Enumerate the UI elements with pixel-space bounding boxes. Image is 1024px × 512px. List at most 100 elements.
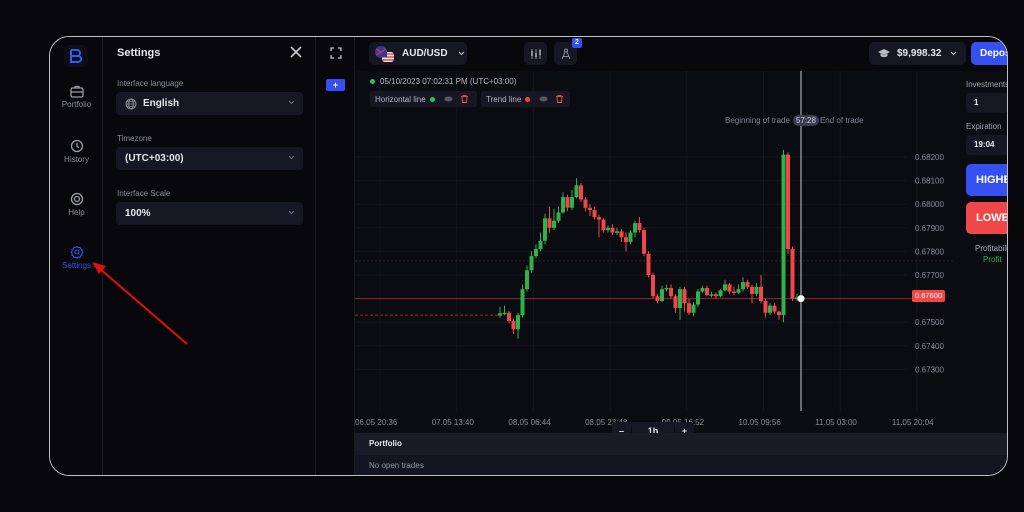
sidebar-item-portfolio[interactable]: Portfolio (50, 85, 103, 109)
timezone-value: (UTC+03:00) (125, 153, 184, 164)
y-tick-label: 0.67700 (915, 271, 944, 280)
sidebar-nav: Portfolio History Help Settings (50, 37, 103, 475)
lower-button[interactable]: LOWER (966, 202, 1007, 234)
candle-body (700, 287, 705, 292)
candle-body (565, 197, 570, 208)
drawing-label: Trend line (486, 94, 522, 104)
y-tick-label: 0.67300 (915, 365, 944, 374)
portfolio-title[interactable]: Portfolio (355, 433, 1007, 455)
timezone-label: Timezone (117, 134, 152, 143)
trash-icon[interactable] (556, 95, 564, 103)
balance-value: $9,998.32 (897, 48, 942, 59)
language-select[interactable]: English (116, 92, 303, 115)
color-dot (429, 96, 435, 102)
sidebar-item-history[interactable]: History (50, 139, 103, 164)
x-tick-label: 08.05 06:44 (508, 418, 551, 427)
sidebar-item-label: Portfolio (61, 100, 92, 109)
scale-select[interactable]: 100% (116, 202, 303, 225)
trade-end-text: End of trade (819, 116, 864, 125)
candle-body (673, 296, 678, 309)
candle-body (606, 227, 610, 231)
drawing-chip-trend-line[interactable]: Trend line (481, 91, 570, 107)
sidebar-item-label: Help (68, 208, 85, 217)
candle-body (741, 282, 745, 290)
panel-title: Settings (117, 47, 161, 59)
language-value: English (143, 98, 180, 109)
drawings-button[interactable]: 2 (554, 38, 582, 65)
compass-icon (561, 48, 570, 59)
price-chart[interactable]: 0.68200 0.68100 0.68000 0.67900 0.67800 0.677… (355, 71, 955, 440)
add-indicator-button[interactable]: + (326, 79, 345, 91)
top-bar: AUD/USD 2 $9,998.32 Deposit (355, 37, 1007, 71)
x-tick-label: 11.05 20:04 (892, 418, 934, 427)
eye-icon[interactable] (444, 96, 453, 102)
candle-body (619, 231, 624, 238)
candle-body (502, 312, 507, 315)
candle-body (601, 219, 606, 231)
scale-label: Interface Scale (117, 189, 171, 198)
current-price-marker (797, 295, 805, 303)
briefcase-icon (69, 85, 84, 98)
candle-body (570, 197, 574, 208)
candle-body (718, 290, 723, 297)
candle-body (763, 300, 768, 313)
candle-body (588, 207, 592, 211)
sidebar-item-settings[interactable]: Settings (50, 245, 103, 270)
candle-body (687, 303, 691, 313)
expand-icon[interactable] (330, 47, 342, 59)
trash-icon[interactable] (460, 95, 468, 103)
deposit-button[interactable]: Deposit (971, 42, 1007, 65)
candle-body (727, 284, 732, 292)
close-icon[interactable] (289, 45, 303, 59)
drawing-chip-horizontal-line[interactable]: Horizontal line (370, 91, 477, 107)
portfolio-drawer: Portfolio No open trades (355, 433, 1007, 475)
expiration-input[interactable]: 19:04 (966, 135, 1007, 155)
candle-body (705, 287, 709, 296)
candle-body (592, 210, 597, 218)
candle-body (574, 185, 579, 198)
chart-type-button[interactable] (524, 42, 547, 65)
flag-icon (375, 45, 394, 62)
app-window: Portfolio History Help Settings Settings… (49, 36, 1008, 476)
balance-selector[interactable]: $9,998.32 (869, 42, 966, 65)
time-text: 07:02:31 PM (422, 77, 468, 86)
candle-body (714, 294, 718, 297)
timezone-select[interactable]: (UTC+03:00) (116, 147, 303, 170)
live-indicator (370, 79, 375, 84)
chevron-down-icon (950, 51, 956, 56)
candle-body (610, 227, 615, 233)
sidebar-item-help[interactable]: Help (50, 192, 103, 217)
candle-body (516, 315, 520, 330)
candle-body (637, 223, 642, 231)
candle-body (750, 286, 754, 294)
asset-selector[interactable]: AUD/USD (369, 42, 467, 65)
investments-input[interactable]: 1 (966, 93, 1007, 113)
candle-body (777, 311, 781, 316)
eye-icon[interactable] (539, 96, 548, 102)
candle-body (669, 287, 673, 297)
candle-body (552, 220, 556, 228)
x-tick-label: 06.05 20:36 (355, 418, 398, 427)
candle-body (723, 284, 727, 291)
chart-svg: 0.68200 0.68100 0.68000 0.67900 0.67800 0.677… (355, 71, 955, 427)
candle-body (745, 282, 750, 287)
lifebuoy-icon (70, 192, 83, 206)
drawings-count-badge: 2 (572, 38, 582, 48)
y-tick-label: 0.67900 (915, 224, 944, 233)
candle-body (561, 197, 565, 213)
candle-body (615, 231, 619, 233)
candle-body (768, 305, 772, 313)
candle-body (633, 223, 637, 233)
candle-body (597, 217, 601, 220)
logo[interactable] (64, 45, 88, 67)
candle-body (642, 230, 646, 254)
asset-name: AUD/USD (402, 48, 448, 59)
x-tick-label: 10.05 09:56 (739, 418, 782, 427)
candle-body (655, 296, 660, 301)
sidebar-item-label: Settings (62, 261, 91, 270)
candle-body (682, 289, 687, 304)
candle-body (651, 275, 655, 297)
higher-button[interactable]: HIGHER (966, 164, 1007, 196)
expiration-label: Expiration (966, 122, 1002, 131)
candle-body (534, 249, 538, 257)
